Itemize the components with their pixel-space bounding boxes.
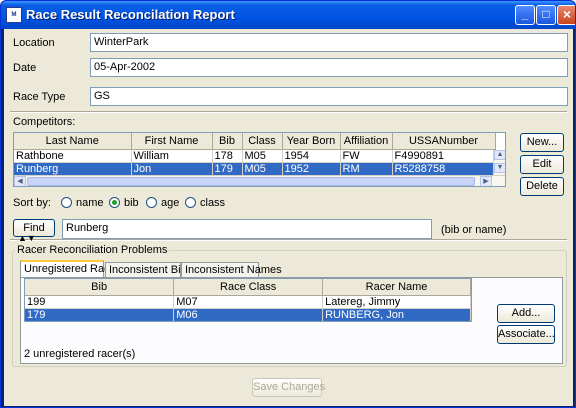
cell-last-name: Runberg (14, 162, 132, 176)
unregistered-header-row: Bib Race Class Racer Name (25, 279, 471, 296)
scroll-up-icon[interactable]: ▲ (494, 150, 505, 160)
sort-bib-radio[interactable] (109, 197, 120, 208)
minimize-button[interactable]: _ (515, 5, 535, 25)
sort-class-radio[interactable] (185, 197, 196, 208)
race-type-label: Race Type (13, 91, 66, 103)
cell-bib: 199 (25, 295, 175, 309)
close-button[interactable]: × (557, 5, 575, 25)
column-header-ussa-number[interactable]: USSANumber (392, 133, 496, 150)
competitors-table[interactable]: Last Name First Name Bib Class Year Born… (13, 132, 506, 187)
column-header-year-born[interactable]: Year Born (282, 133, 341, 150)
table-row-selected[interactable]: 179 M06 RUNBERG, Jon (25, 308, 471, 321)
add-racer-button[interactable]: Add... (497, 304, 555, 323)
location-field[interactable]: WinterPark (90, 33, 568, 52)
problems-group-title: Racer Reconciliation Problems (15, 244, 170, 256)
cell-racer-name: Latereg, Jimmy (322, 295, 471, 309)
date-field[interactable]: 05-Apr-2002 (90, 58, 568, 77)
cell-year-born: 1952 (282, 162, 341, 176)
cell-ussa-number: R5288758 (392, 162, 496, 176)
location-label: Location (13, 37, 55, 49)
maximize-button[interactable]: □ (536, 5, 556, 25)
app-window: ᴹ Race Result Reconcilation Report _ □ ×… (0, 0, 576, 408)
column-header-racer-name[interactable]: Racer Name (322, 279, 471, 296)
tab-unregistered-racers[interactable]: Unregistered Racers (20, 260, 125, 277)
cell-bib: 179 (25, 308, 175, 321)
tab-inconsistent-bibs[interactable]: Inconsistent Bibs (105, 262, 192, 277)
sort-bib-label[interactable]: bib (124, 197, 139, 209)
sort-age-radio[interactable] (146, 197, 157, 208)
cell-first-name: Jon (131, 162, 213, 176)
find-input[interactable]: Runberg (62, 219, 432, 239)
find-hint: (bib or name) (441, 224, 507, 236)
sort-age-label[interactable]: age (161, 197, 179, 209)
cell-affiliation: FW (340, 149, 393, 163)
date-label: Date (13, 62, 37, 74)
window-title: Race Result Reconcilation Report (26, 7, 235, 22)
column-header-class[interactable]: Class (242, 133, 283, 150)
cell-class: M05 (242, 149, 283, 163)
splitter-arrows-icon[interactable]: ▲▼ (18, 234, 36, 243)
cell-affiliation: RM (340, 162, 393, 176)
save-changes-button[interactable]: Save Changes (252, 378, 325, 397)
new-competitor-button[interactable]: New... (520, 133, 564, 152)
scroll-down-icon[interactable]: ▼ (494, 163, 505, 173)
cell-racer-name: RUNBERG, Jon (322, 308, 471, 321)
cell-race-class: M07 (173, 295, 324, 309)
sort-by-label: Sort by: (13, 197, 51, 209)
app-icon: ᴹ (6, 7, 22, 23)
tab-inconsistent-names[interactable]: Inconsistent Names (181, 262, 282, 277)
column-header-affiliation[interactable]: Affiliation (340, 133, 393, 150)
table-row[interactable]: 199 M07 Latereg, Jimmy (25, 295, 471, 309)
sort-name-label[interactable]: name (76, 197, 104, 209)
divider (10, 111, 567, 113)
cell-class: M05 (242, 162, 283, 176)
competitors-label: Competitors: (13, 116, 76, 128)
race-type-field[interactable]: GS (90, 87, 568, 106)
edit-competitor-button[interactable]: Edit (520, 155, 564, 174)
column-header-bib[interactable]: Bib (212, 133, 243, 150)
delete-competitor-button[interactable]: Delete (520, 177, 564, 196)
cell-race-class: M06 (173, 308, 324, 321)
cell-ussa-number: F4990891 (392, 149, 496, 163)
cell-first-name: William (131, 149, 213, 163)
sort-class-label[interactable]: class (200, 197, 225, 209)
cell-last-name: Rathbone (14, 149, 132, 163)
column-header-last-name[interactable]: Last Name (14, 133, 132, 150)
competitors-vertical-scrollbar[interactable]: ▲ ▼ (493, 150, 505, 175)
unregistered-count-status: 2 unregistered racer(s) (24, 348, 136, 360)
column-header-bib[interactable]: Bib (25, 279, 175, 296)
competitors-horizontal-scrollbar[interactable]: ◀ ▶ (14, 175, 505, 186)
cell-bib: 178 (212, 149, 243, 163)
competitors-header-row: Last Name First Name Bib Class Year Born… (14, 133, 496, 150)
sort-name-radio[interactable] (61, 197, 72, 208)
associate-racer-button[interactable]: Associate... (497, 325, 555, 344)
table-row[interactable]: Rathbone William 178 M05 1954 FW F499089… (14, 149, 496, 163)
column-header-first-name[interactable]: First Name (131, 133, 213, 150)
unregistered-racers-panel: Bib Race Class Racer Name 199 M07 Latere… (20, 277, 563, 364)
unregistered-racers-table[interactable]: Bib Race Class Racer Name 199 M07 Latere… (24, 278, 472, 322)
scroll-right-icon[interactable]: ▶ (480, 176, 492, 186)
scroll-left-icon[interactable]: ◀ (14, 176, 26, 186)
window-client-area: Location WinterPark Date 05-Apr-2002 Rac… (4, 29, 573, 406)
cell-bib: 179 (212, 162, 243, 176)
horizontal-scroll-thumb[interactable] (27, 177, 475, 186)
table-row-selected[interactable]: Runberg Jon 179 M05 1952 RM R5288758 (14, 162, 496, 176)
splitter-line[interactable] (10, 239, 567, 241)
cell-year-born: 1954 (282, 149, 341, 163)
title-bar[interactable]: ᴹ Race Result Reconcilation Report _ □ × (1, 1, 575, 29)
column-header-race-class[interactable]: Race Class (173, 279, 324, 296)
